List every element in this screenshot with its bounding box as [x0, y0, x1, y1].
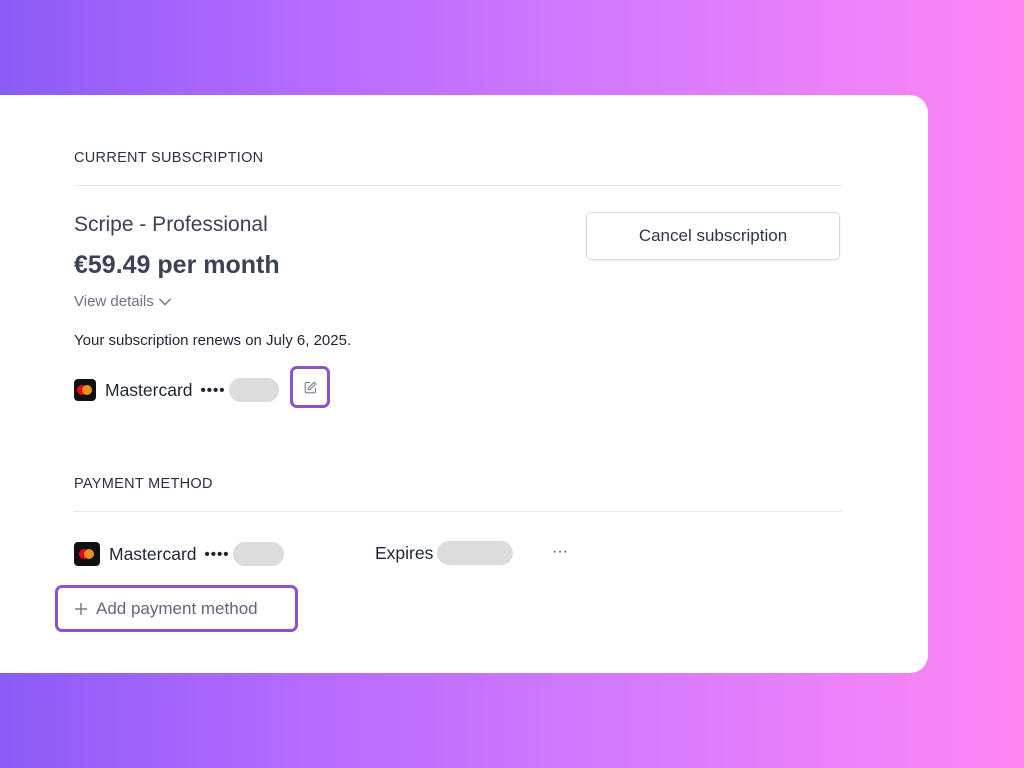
redacted-card-digits: [232, 542, 284, 566]
mastercard-icon: [74, 379, 96, 401]
subscription-card-masked: ••••: [200, 381, 226, 399]
plan-price: €59.49 per month: [74, 251, 280, 279]
plus-icon: [74, 602, 88, 616]
payment-method-divider: [74, 511, 842, 512]
subscription-card: CURRENT SUBSCRIPTION Scripe - Profession…: [0, 95, 928, 673]
current-subscription-heading: CURRENT SUBSCRIPTION: [74, 150, 264, 166]
payment-method-heading: PAYMENT METHOD: [74, 476, 213, 492]
add-payment-method-label: Add payment method: [96, 598, 258, 618]
subscription-card-info: Mastercard ••••: [74, 378, 279, 402]
renewal-text: Your subscription renews on July 6, 2025…: [74, 332, 352, 349]
plan-name: Scripe - Professional: [74, 213, 268, 236]
payment-card-expiry: Expires: [375, 541, 514, 565]
payment-card-brand: Mastercard: [109, 543, 197, 564]
payment-method-row: Mastercard ••••: [74, 542, 284, 566]
more-options-button[interactable]: ···: [550, 542, 570, 562]
view-details-label: View details: [74, 293, 154, 310]
mastercard-icon: [74, 542, 100, 566]
subscription-card-brand: Mastercard: [105, 379, 193, 400]
payment-card-masked: ••••: [204, 545, 230, 563]
view-details-toggle[interactable]: View details: [74, 293, 172, 310]
cancel-subscription-button[interactable]: Cancel subscription: [586, 212, 840, 260]
chevron-down-icon: [158, 297, 172, 307]
edit-icon: [304, 381, 317, 394]
add-payment-method-button[interactable]: Add payment method: [55, 585, 298, 632]
expires-label: Expires: [375, 542, 434, 563]
redacted-expiry-date: [437, 541, 514, 565]
current-subscription-divider: [74, 185, 842, 186]
redacted-card-digits: [228, 378, 279, 402]
edit-card-button[interactable]: [290, 366, 330, 408]
